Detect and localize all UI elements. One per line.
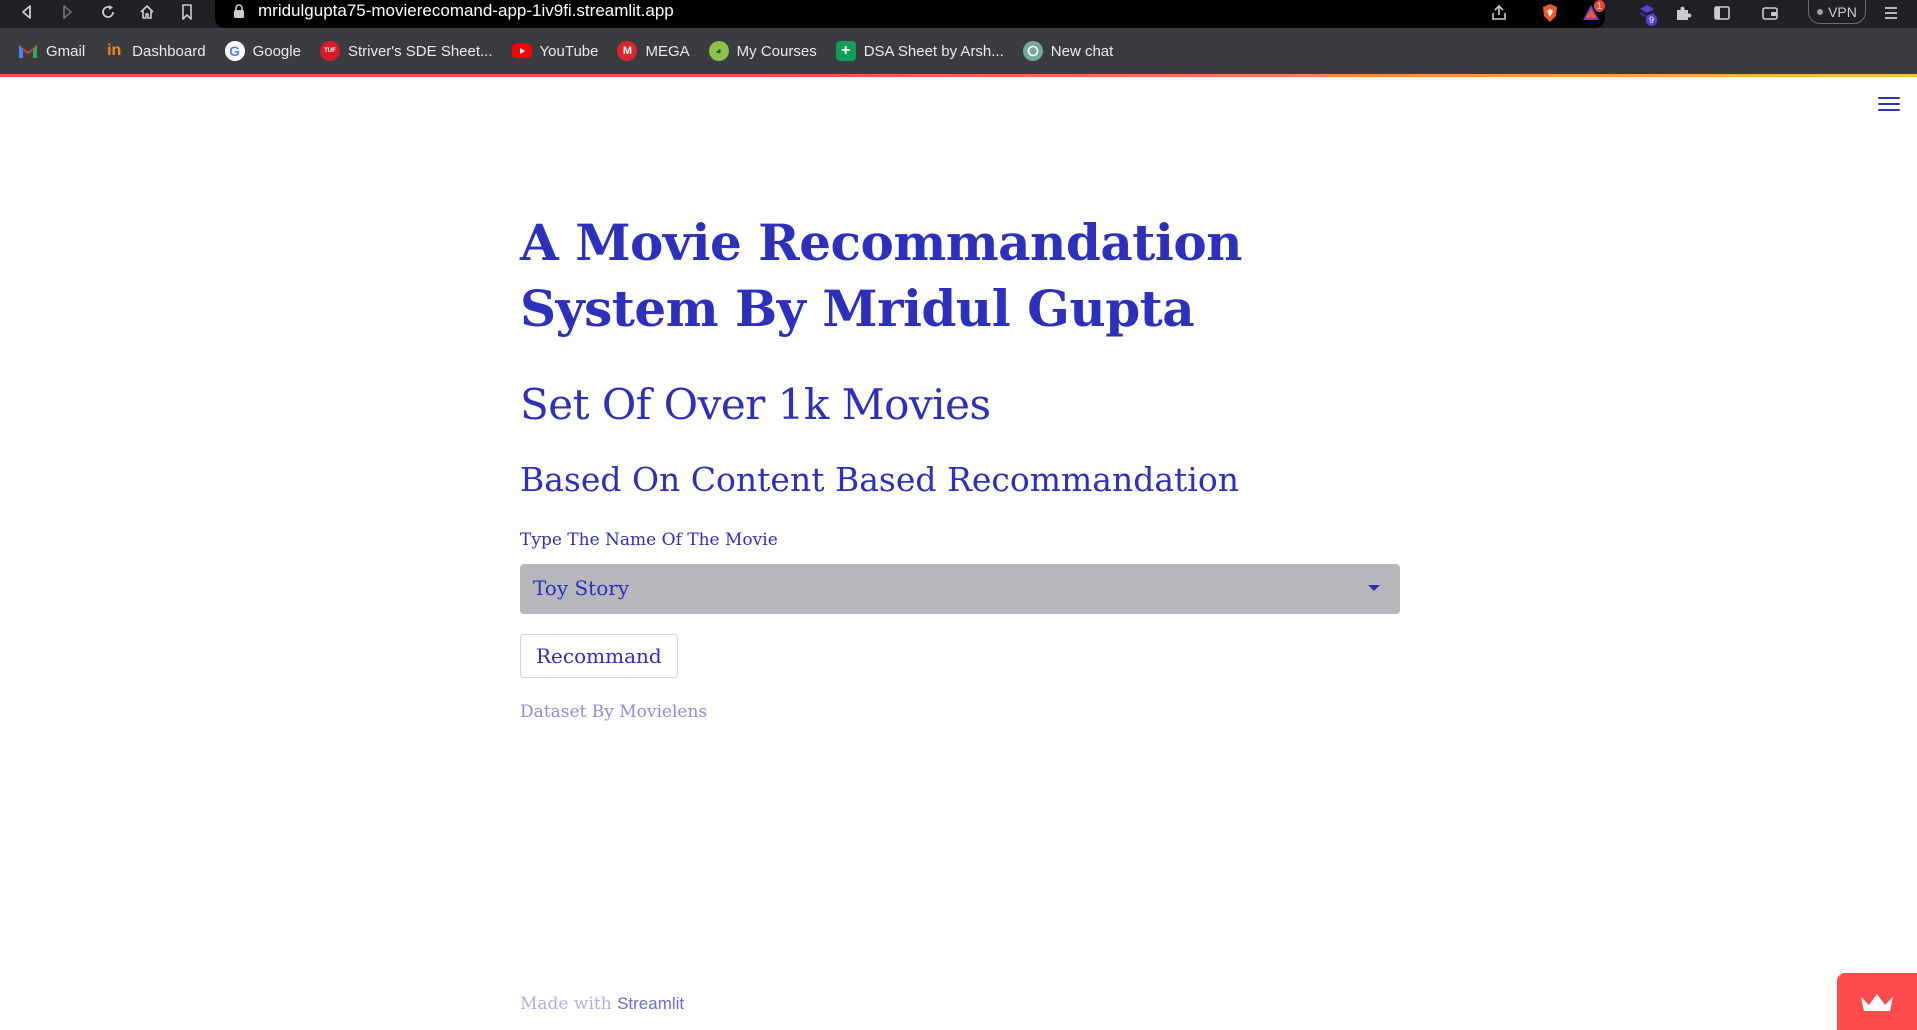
sidebar-toggle-icon[interactable]	[1709, 1, 1735, 25]
movie-select-label: Type The Name Of The Movie	[520, 530, 778, 550]
vpn-label: VPN	[1828, 3, 1857, 20]
lock-icon	[234, 4, 244, 18]
recommend-button[interactable]: Recommand	[520, 634, 678, 678]
bookmark-icon[interactable]	[174, 0, 200, 24]
vpn-status-icon	[1817, 8, 1824, 15]
page-subtitle: Set Of Over 1k Movies	[520, 380, 991, 429]
bookmark-youtube[interactable]: YouTube	[511, 36, 598, 66]
bookmarks-bar: Gmail in Dashboard G Google TUF Striver'…	[0, 28, 1917, 74]
forward-icon[interactable]	[54, 0, 80, 24]
courses-icon: ◕	[708, 41, 729, 61]
main-content: A Movie Recommandation System By Mridul …	[520, 210, 1400, 722]
footer: Made with Streamlit	[520, 994, 684, 1014]
page-title: A Movie Recommandation System By Mridul …	[520, 213, 1243, 338]
bookmark-gmail[interactable]: Gmail	[18, 36, 85, 66]
striver-icon: TUF	[319, 41, 340, 61]
sheets-icon: +	[835, 41, 856, 61]
streamlit-crown-button[interactable]	[1837, 973, 1917, 1030]
vpn-button[interactable]: VPN	[1808, 0, 1866, 24]
bookmark-striver[interactable]: TUF Striver's SDE Sheet...	[319, 36, 493, 66]
bookmark-mega[interactable]: M MEGA	[617, 36, 690, 66]
crown-icon	[1861, 993, 1893, 1011]
bookmark-google[interactable]: G Google	[224, 36, 301, 66]
chevron-down-icon	[1368, 585, 1380, 591]
bookmark-dsa-sheet[interactable]: + DSA Sheet by Arsh...	[835, 36, 1004, 66]
movie-select[interactable]: Toy Story	[520, 564, 1400, 614]
main-menu-icon[interactable]	[1878, 97, 1900, 115]
back-icon[interactable]	[14, 0, 40, 24]
dashboard-icon: in	[107, 42, 122, 59]
bookmark-dashboard[interactable]: in Dashboard	[104, 36, 206, 66]
gmail-icon	[18, 41, 38, 61]
wallet-icon[interactable]	[1757, 1, 1783, 25]
browser-toolbar: mridulgupta75-movierecomand-app-1iv9fi.s…	[0, 0, 1917, 28]
reload-icon[interactable]	[95, 0, 121, 24]
chatgpt-icon	[1022, 41, 1043, 61]
home-icon[interactable]	[134, 0, 160, 24]
extensions-puzzle-icon[interactable]	[1670, 1, 1696, 25]
footer-made-with: Made with	[520, 994, 612, 1014]
page-tagline: Based On Content Based Recommandation	[520, 460, 1239, 499]
streamlit-decoration-bar	[0, 74, 1917, 77]
url-text[interactable]: mridulgupta75-movierecomand-app-1iv9fi.s…	[258, 1, 674, 21]
google-icon: G	[224, 41, 245, 61]
youtube-icon	[511, 41, 532, 61]
dataset-note: Dataset By Movielens	[520, 702, 708, 722]
extension-badge: 9	[1646, 14, 1658, 26]
bookmark-my-courses[interactable]: ◕ My Courses	[708, 36, 817, 66]
rewards-badge: 1	[1594, 0, 1606, 12]
movie-select-value: Toy Story	[533, 576, 630, 600]
share-icon[interactable]	[1486, 1, 1512, 25]
bookmark-new-chat[interactable]: New chat	[1022, 36, 1113, 66]
streamlit-link[interactable]: Streamlit	[617, 994, 684, 1013]
browser-menu-icon[interactable]	[1878, 1, 1904, 25]
brave-shield-icon[interactable]	[1537, 1, 1563, 25]
mega-icon: M	[617, 41, 638, 61]
